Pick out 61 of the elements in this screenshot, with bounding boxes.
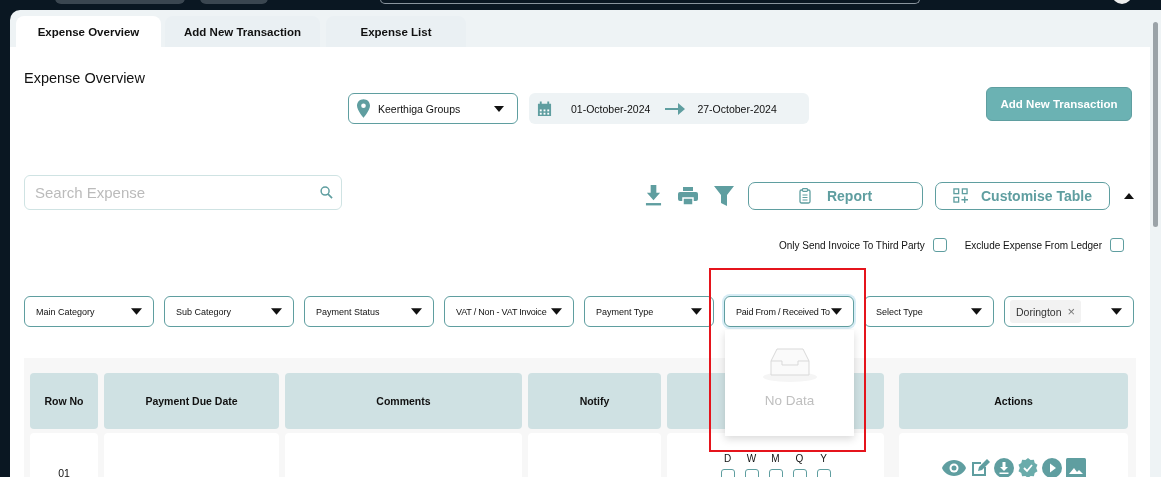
verified-badge-icon[interactable]	[1017, 458, 1038, 477]
caret-icon	[551, 308, 562, 315]
column-header: Notify	[528, 373, 661, 429]
filter-icon[interactable]	[714, 185, 734, 206]
filter-select[interactable]: Dorington ×	[1004, 296, 1134, 327]
play-icon[interactable]	[1041, 458, 1062, 477]
scrollbar[interactable]	[1150, 10, 1161, 477]
checkbox-label: Exclude Expense From Ledger	[964, 239, 1102, 251]
image-icon[interactable]	[1065, 458, 1086, 477]
tab[interactable]: Expense List	[326, 16, 466, 47]
caret-icon	[971, 308, 982, 315]
checkbox-label: Only Send Invoice To Third Party	[778, 239, 925, 251]
arrow-icon	[665, 102, 686, 115]
caret-icon	[494, 105, 504, 112]
remove-icon[interactable]: ×	[1067, 304, 1076, 319]
view-icon[interactable]	[941, 460, 966, 476]
frequency-label: Y	[820, 453, 827, 465]
frequency-label: W	[746, 453, 757, 465]
date-range-field[interactable]: 01-October-2024 27-October-2024	[529, 93, 809, 124]
filter-select[interactable]: Sub Category	[164, 296, 294, 327]
clipboard-icon	[798, 187, 811, 204]
caret-up-icon[interactable]	[1124, 192, 1134, 199]
edit-icon[interactable]	[969, 458, 990, 477]
start-date: 01-October-2024	[571, 102, 651, 115]
download-icon[interactable]	[645, 185, 662, 206]
column-header: Actions	[899, 373, 1128, 429]
page-title: Expense Overview	[24, 69, 146, 87]
caret-icon	[691, 308, 702, 315]
checkbox[interactable]	[932, 238, 947, 252]
row-number-cell: 01	[30, 433, 98, 477]
column-header: Payment Due Date	[104, 373, 279, 429]
frequency-label: D	[723, 453, 732, 465]
filter-chip: Dorington ×	[1010, 300, 1082, 323]
location-pin-icon	[357, 99, 370, 118]
column-header: Comments	[285, 373, 522, 429]
frequency-label: Q	[795, 453, 804, 465]
caret-icon	[131, 308, 142, 315]
download-icon[interactable]	[993, 458, 1014, 477]
column-header: Row No	[30, 373, 98, 429]
checkbox[interactable]	[1110, 238, 1124, 252]
tab[interactable]: Expense Overview	[16, 16, 161, 47]
filter-select[interactable]: Main Category	[24, 296, 154, 327]
search-icon	[320, 186, 333, 199]
filter-select[interactable]: VAT / Non - VAT Invoice	[444, 296, 574, 327]
location-select[interactable]: Keerthiga Groups	[348, 93, 518, 124]
filter-select[interactable]: Payment Type	[584, 296, 714, 327]
empty-message: No Data	[764, 393, 815, 408]
frequency-label: M	[771, 453, 780, 465]
grid-plus-icon	[953, 188, 968, 203]
caret-icon	[831, 308, 842, 315]
caret-icon	[271, 308, 282, 315]
search-field[interactable]: Search Expense	[24, 175, 342, 210]
calendar-icon	[537, 100, 552, 117]
scrollbar-thumb[interactable]	[1153, 22, 1158, 227]
filter-select[interactable]: Payment Status	[304, 296, 434, 327]
tab[interactable]: Add New Transaction	[165, 16, 320, 47]
end-date: 27-October-2024	[697, 102, 777, 115]
caret-icon	[1111, 308, 1122, 315]
empty-inbox-icon	[761, 347, 818, 383]
caret-icon	[411, 308, 422, 315]
print-icon[interactable]	[678, 186, 698, 205]
